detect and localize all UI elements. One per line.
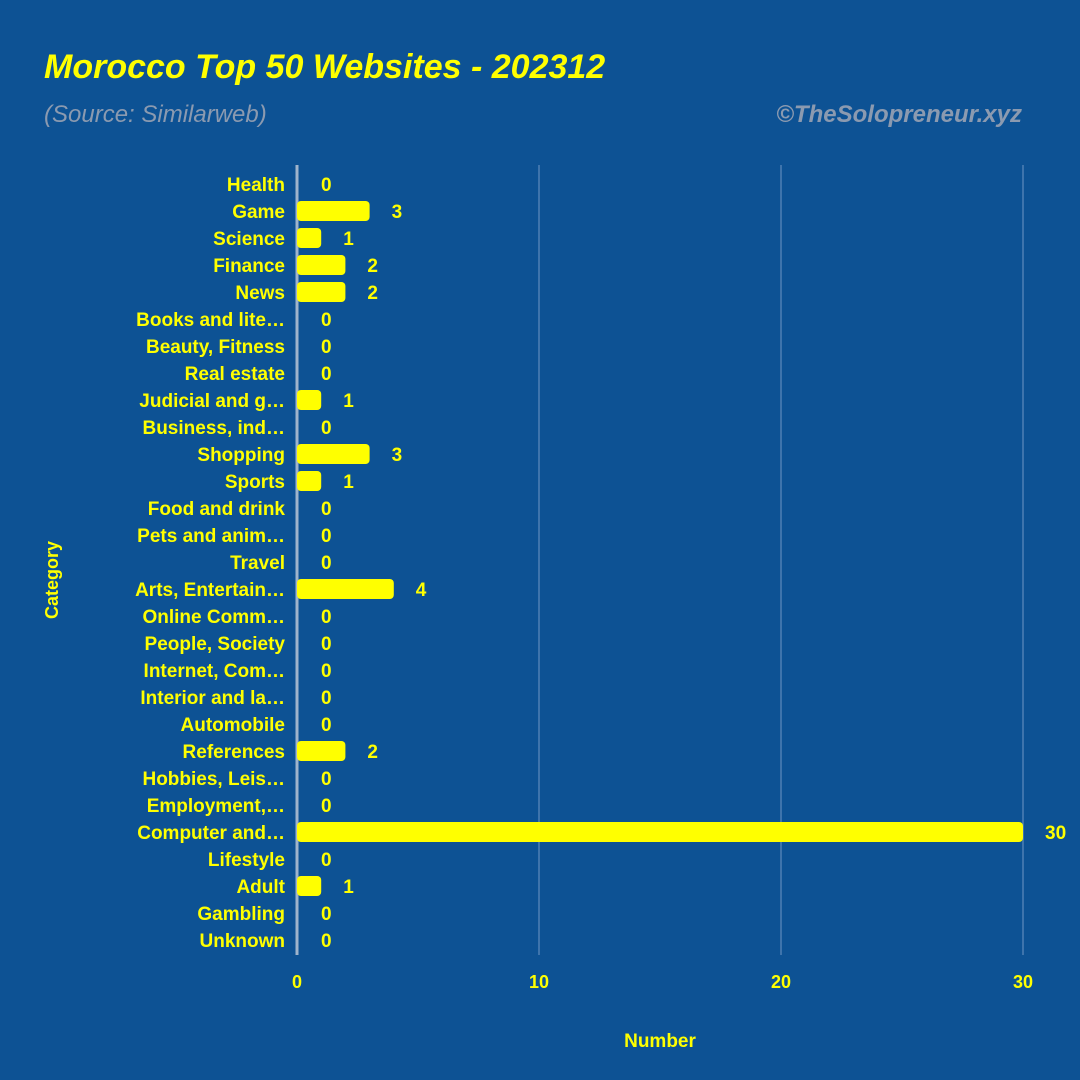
y-tick-label: Lifestyle [208,850,285,871]
y-tick-label: People, Society [145,634,286,655]
y-tick-label: Business, ind… [142,418,285,439]
y-tick-label: Shopping [197,445,285,466]
y-tick-label: Travel [230,553,285,574]
data-label: 2 [367,742,378,763]
data-label: 0 [321,364,332,385]
y-tick-label: Computer and… [137,823,285,844]
data-label: 0 [321,769,332,790]
data-label: 0 [321,553,332,574]
data-label: 1 [343,391,354,412]
y-tick-label: Judicial and g… [139,391,285,412]
y-tick-label: News [235,283,285,304]
data-label: 0 [321,607,332,628]
bar [297,390,322,410]
y-tick-label: Real estate [185,364,285,385]
data-label: 0 [321,634,332,655]
data-label: 3 [392,445,403,466]
y-tick-label: Gambling [197,904,285,925]
y-tick-label: Arts, Entertain… [135,580,285,601]
bar [297,741,346,761]
y-tick-label: Books and lite… [136,310,285,331]
x-axis-label: Number [624,1031,696,1052]
y-tick-label: Adult [236,877,285,898]
data-label: 0 [321,850,332,871]
y-tick-label: Health [227,175,285,196]
y-tick-label: References [183,742,285,763]
data-label: 30 [1045,823,1066,844]
data-label: 3 [392,202,403,223]
y-tick-label: Science [213,229,285,250]
data-label: 0 [321,715,332,736]
data-label: 0 [321,418,332,439]
y-tick-label: Employment,… [147,796,285,817]
bar [297,876,322,896]
y-tick-label: Automobile [181,715,286,736]
bar-chart: 0 10 20 30Health 0Game 3Science 1Finance 2News 2… [42,165,1066,1052]
data-label: 1 [343,229,354,250]
x-tick-label: 30 [1013,972,1033,992]
y-tick-label: Finance [213,256,285,277]
bar [297,282,346,302]
bar [297,444,370,464]
data-label: 0 [321,688,332,709]
data-label: 0 [321,526,332,547]
y-tick-label: Sports [225,472,285,493]
y-tick-label: Hobbies, Leis… [142,769,285,790]
y-tick-label: Interior and la… [140,688,285,709]
bar [297,255,346,275]
bar [297,579,394,599]
data-label: 0 [321,310,332,331]
bar [297,471,322,491]
data-label: 0 [321,175,332,196]
data-label: 0 [321,796,332,817]
data-label: 0 [321,661,332,682]
y-tick-label: Pets and anim… [137,526,285,547]
bar [297,822,1023,842]
data-label: 2 [367,256,378,277]
y-axis-label: Category [42,541,62,619]
y-tick-label: Online Comm… [142,607,285,628]
data-label: 0 [321,499,332,520]
data-label: 1 [343,877,354,898]
data-label: 2 [367,283,378,304]
bar [297,201,370,221]
data-label: 0 [321,337,332,358]
x-tick-label: 20 [771,972,791,992]
y-tick-label: Food and drink [148,499,286,520]
bar [297,228,322,248]
y-tick-label: Game [232,202,285,223]
x-tick-label: 10 [529,972,549,992]
data-label: 0 [321,931,332,952]
y-tick-label: Unknown [200,931,286,952]
x-tick-label: 0 [292,972,302,992]
data-label: 0 [321,904,332,925]
y-tick-label: Beauty, Fitness [146,337,285,358]
data-label: 4 [416,580,427,601]
y-tick-label: Internet, Com… [144,661,285,682]
data-label: 1 [343,472,354,493]
